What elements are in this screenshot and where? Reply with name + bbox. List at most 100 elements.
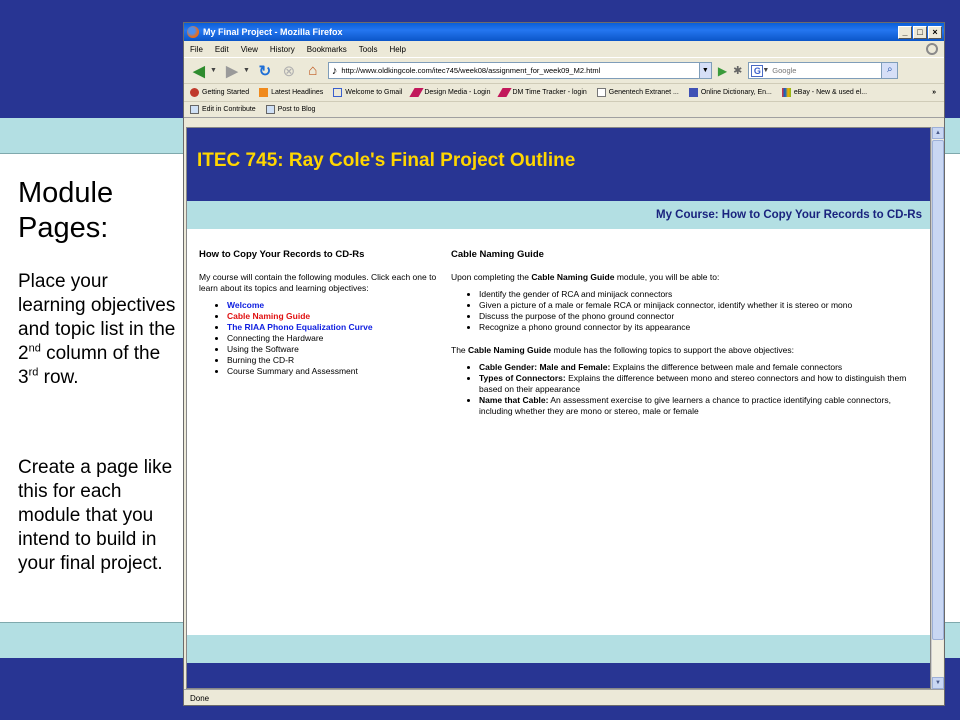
firefox-logo-icon [187,26,199,38]
search-input[interactable]: G ▼ Google ⌕ [748,62,899,79]
list-item: Connecting the Hardware [227,333,443,344]
menu-tools[interactable]: Tools [359,45,378,54]
status-bar: Done [184,689,944,706]
list-item: The RIAA Phono Equalization Curve [227,322,443,333]
navigation-toolbar: ◀ ▼ ▶ ▼ ↻ ⊗ ⌂ ♪ http://www.oldkingcole.c… [184,57,944,83]
bookmarks-toolbar: Getting Started Latest Headlines Welcome… [184,83,944,101]
course-intro: My course will contain the following mod… [199,272,437,293]
slide-instruction-1: Place your learning objectives and topic… [18,271,176,388]
bookmarks-overflow-icon[interactable]: » [932,89,936,96]
back-dropdown-icon[interactable]: ▼ [210,67,217,74]
search-placeholder: Google [772,66,797,75]
content-columns: How to Copy Your Records to CD-Rs My cou… [187,229,930,429]
forward-arrow-icon[interactable]: ▶ [223,62,241,80]
list-item: Discuss the purpose of the phono ground … [479,311,922,322]
browser-window: My Final Project - Mozilla Firefox _ □ ×… [183,22,945,706]
url-bar[interactable]: ♪ http://www.oldkingcole.com/itec745/wee… [327,62,712,79]
topics-list: Cable Gender: Male and Female: Explains … [451,362,922,417]
topics-intro: The Cable Naming Guide module has the fo… [451,345,795,355]
slide-title: Module Pages: [18,177,114,244]
bookmark-design-media[interactable]: Design Media - Login [409,88,490,97]
ebay-icon [781,88,791,97]
google-icon [333,88,343,97]
rss-icon [259,88,269,97]
stop-icon[interactable]: ⊗ [280,62,298,80]
edit-in-contribute-button[interactable]: Edit in Contribute [190,105,256,114]
blog-icon [265,105,275,114]
module-link-cable-naming[interactable]: Cable Naming Guide [227,311,310,321]
feather-icon [497,88,513,97]
throbber-icon [926,43,938,55]
forward-dropdown-icon[interactable]: ▼ [243,67,250,74]
list-item: Given a picture of a male or female RCA … [479,300,922,311]
feather-icon [409,88,424,97]
url-dropdown-icon[interactable]: ▼ [698,63,711,78]
window-titlebar[interactable]: My Final Project - Mozilla Firefox _ □ × [184,23,944,41]
list-item: Cable Naming Guide [227,311,443,322]
list-item: Identify the gender of RCA and minijack … [479,289,922,300]
objectives-list: Identify the gender of RCA and minijack … [451,289,922,333]
home-icon[interactable]: ⌂ [304,62,322,80]
firefox-bookmark-icon [190,88,199,97]
list-item: Burning the CD-R [227,355,443,366]
list-item: Course Summary and Assessment [227,366,443,377]
search-engine-dropdown-icon[interactable]: ▼ [762,67,769,74]
back-arrow-icon[interactable]: ◀ [190,62,208,80]
slide-instruction-2: Create a page like this for each module … [18,457,173,574]
list-item: Welcome [227,300,443,311]
modules-column: How to Copy Your Records to CD-Rs My cou… [187,249,451,429]
bookmark-dm-time-tracker[interactable]: DM Time Tracker - login [497,88,587,97]
list-item: Recognize a phono ground connector by it… [479,322,922,333]
menu-edit[interactable]: Edit [215,45,229,54]
course-heading: How to Copy Your Records to CD-Rs [199,249,365,260]
module-heading: Cable Naming Guide [451,249,544,260]
post-to-blog-button[interactable]: Post to Blog [265,105,315,114]
bookmark-genentech[interactable]: Genentech Extranet ... [596,88,679,97]
page-title: ITEC 745: Ray Cole's Final Project Outli… [197,150,576,171]
scroll-thumb[interactable] [932,140,944,640]
menu-bookmarks[interactable]: Bookmarks [307,45,347,54]
minimize-button[interactable]: _ [898,25,912,39]
module-link-riaa[interactable]: The RIAA Phono Equalization Curve [227,322,373,332]
bookmark-getting-started[interactable]: Getting Started [190,88,249,97]
page-footer [187,663,930,688]
menu-file[interactable]: File [190,45,203,54]
course-subheader: My Course: How to Copy Your Records to C… [187,201,930,229]
vertical-scrollbar[interactable]: ▲ ▼ [931,127,944,689]
menu-bar: File Edit View History Bookmarks Tools H… [184,41,944,57]
page-header: ITEC 745: Ray Cole's Final Project Outli… [187,128,930,201]
bookmark-latest-headlines[interactable]: Latest Headlines [259,88,323,97]
page-music-icon: ♪ [331,64,338,77]
page-viewport: ITEC 745: Ray Cole's Final Project Outli… [186,127,931,689]
menu-view[interactable]: View [241,45,258,54]
bookmark-ebay[interactable]: eBay - New & used el... [781,88,867,97]
bookmark-gmail[interactable]: Welcome to Gmail [333,88,402,97]
list-item: Name that Cable: An assessment exercise … [479,395,922,417]
list-item: Using the Software [227,344,443,355]
list-item: Types of Connectors: Explains the differ… [479,373,922,395]
contribute-toolbar: Edit in Contribute Post to Blog [184,101,944,118]
module-detail-column: Cable Naming Guide Upon completing the C… [451,249,930,429]
maximize-button[interactable]: □ [913,25,927,39]
module-link-welcome[interactable]: Welcome [227,300,264,310]
page-icon [596,88,606,97]
url-text: http://www.oldkingcole.com/itec745/week0… [341,66,601,75]
scroll-up-icon[interactable]: ▲ [932,127,944,139]
search-magnifier-icon[interactable]: ⌕ [881,63,898,78]
bookmark-dictionary[interactable]: Online Dictionary, En... [688,88,772,97]
bookmark-star-icon[interactable]: ✱ [733,64,742,77]
close-button[interactable]: × [928,25,942,39]
list-item: Cable Gender: Male and Female: Explains … [479,362,922,373]
contribute-icon [190,105,199,114]
menu-help[interactable]: Help [389,45,405,54]
menu-history[interactable]: History [270,45,295,54]
module-list: Welcome Cable Naming Guide The RIAA Phon… [199,300,443,377]
page-footer-light [187,635,930,663]
objectives-intro: Upon completing the Cable Naming Guide m… [451,272,720,282]
window-title: My Final Project - Mozilla Firefox [203,27,343,37]
book-icon [688,88,698,97]
reload-icon[interactable]: ↻ [256,62,274,80]
go-arrow-icon[interactable]: ▶ [718,64,727,78]
scroll-down-icon[interactable]: ▼ [932,677,944,689]
status-text: Done [190,693,210,703]
